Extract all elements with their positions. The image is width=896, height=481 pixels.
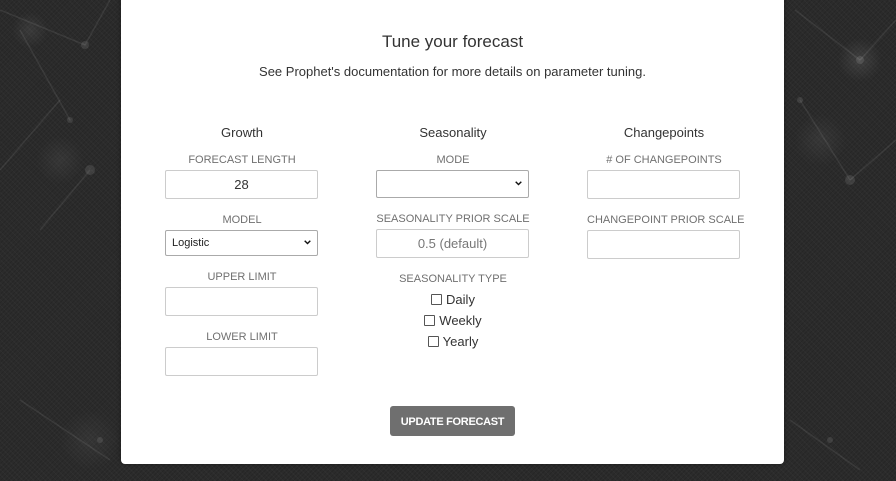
upper-limit-label: UPPER LIMIT <box>207 271 277 283</box>
model-select[interactable]: Logistic <box>165 230 318 256</box>
lower-limit-label: LOWER LIMIT <box>206 331 278 343</box>
forecast-length-label: FORECAST LENGTH <box>188 154 296 166</box>
changepoint-prior-scale-label: CHANGEPOINT PRIOR SCALE <box>587 214 745 226</box>
seasonality-type-daily[interactable]: Daily <box>376 289 530 310</box>
changepoint-prior-scale-field: CHANGEPOINT PRIOR SCALE <box>587 213 745 259</box>
growth-heading: Growth <box>221 125 263 140</box>
changepoint-count-field: # OF CHANGEPOINTS <box>587 153 741 199</box>
form-title: Tune your forecast <box>381 32 524 51</box>
model-field: MODEL Logistic <box>165 213 319 256</box>
upper-limit-field: UPPER LIMIT <box>165 270 319 316</box>
checkbox-unchecked-icon[interactable] <box>431 294 443 306</box>
changepoints-heading: Changepoints <box>623 125 705 140</box>
seasonality-type-weekly[interactable]: Weekly <box>376 310 530 331</box>
seasonality-type-field: SEASONALITY TYPE Daily Weekly Yearly <box>376 272 530 352</box>
seasonality-mode-select[interactable] <box>376 170 529 198</box>
checkbox-unchecked-icon[interactable] <box>424 315 436 327</box>
checkbox-unchecked-icon[interactable] <box>427 336 439 348</box>
lower-limit-field: LOWER LIMIT <box>165 330 319 376</box>
checkbox-label: Weekly <box>439 313 482 328</box>
seasonality-mode-label: MODE <box>436 154 470 166</box>
lower-limit-input[interactable] <box>165 347 318 376</box>
form-subtitle: See Prophet's documentation for more det… <box>259 64 646 79</box>
model-label: MODEL <box>222 214 262 226</box>
seasonality-prior-scale-field: SEASONALITY PRIOR SCALE <box>376 212 530 258</box>
changepoint-prior-scale-input[interactable] <box>587 230 740 259</box>
seasonality-column: Seasonality MODE SEASONALITY PRIOR SCALE… <box>376 125 530 366</box>
forecast-settings-card: Tune your forecast See Prophet's documen… <box>121 0 784 464</box>
seasonality-heading: Seasonality <box>419 125 487 140</box>
seasonality-prior-scale-input[interactable] <box>376 229 529 258</box>
growth-column: Growth FORECAST LENGTH MODEL Logistic UP… <box>165 125 319 390</box>
chevron-down-icon <box>304 240 311 245</box>
changepoint-count-input[interactable] <box>587 170 740 199</box>
upper-limit-input[interactable] <box>165 287 318 316</box>
forecast-length-field: FORECAST LENGTH <box>165 153 319 199</box>
model-select-value: Logistic <box>172 237 210 249</box>
seasonality-type-yearly[interactable]: Yearly <box>376 331 530 352</box>
seasonality-mode-field: MODE <box>376 153 530 198</box>
seasonality-type-label: SEASONALITY TYPE <box>399 273 507 285</box>
changepoints-column: Changepoints # OF CHANGEPOINTS CHANGEPOI… <box>587 125 745 273</box>
seasonality-prior-scale-label: SEASONALITY PRIOR SCALE <box>376 213 530 225</box>
chevron-down-icon <box>515 181 522 186</box>
update-forecast-button[interactable]: UPDATE FORECAST <box>390 406 515 436</box>
checkbox-label: Yearly <box>442 334 479 349</box>
forecast-length-input[interactable] <box>165 170 318 199</box>
changepoint-count-label: # OF CHANGEPOINTS <box>606 154 722 166</box>
checkbox-label: Daily <box>446 292 475 307</box>
